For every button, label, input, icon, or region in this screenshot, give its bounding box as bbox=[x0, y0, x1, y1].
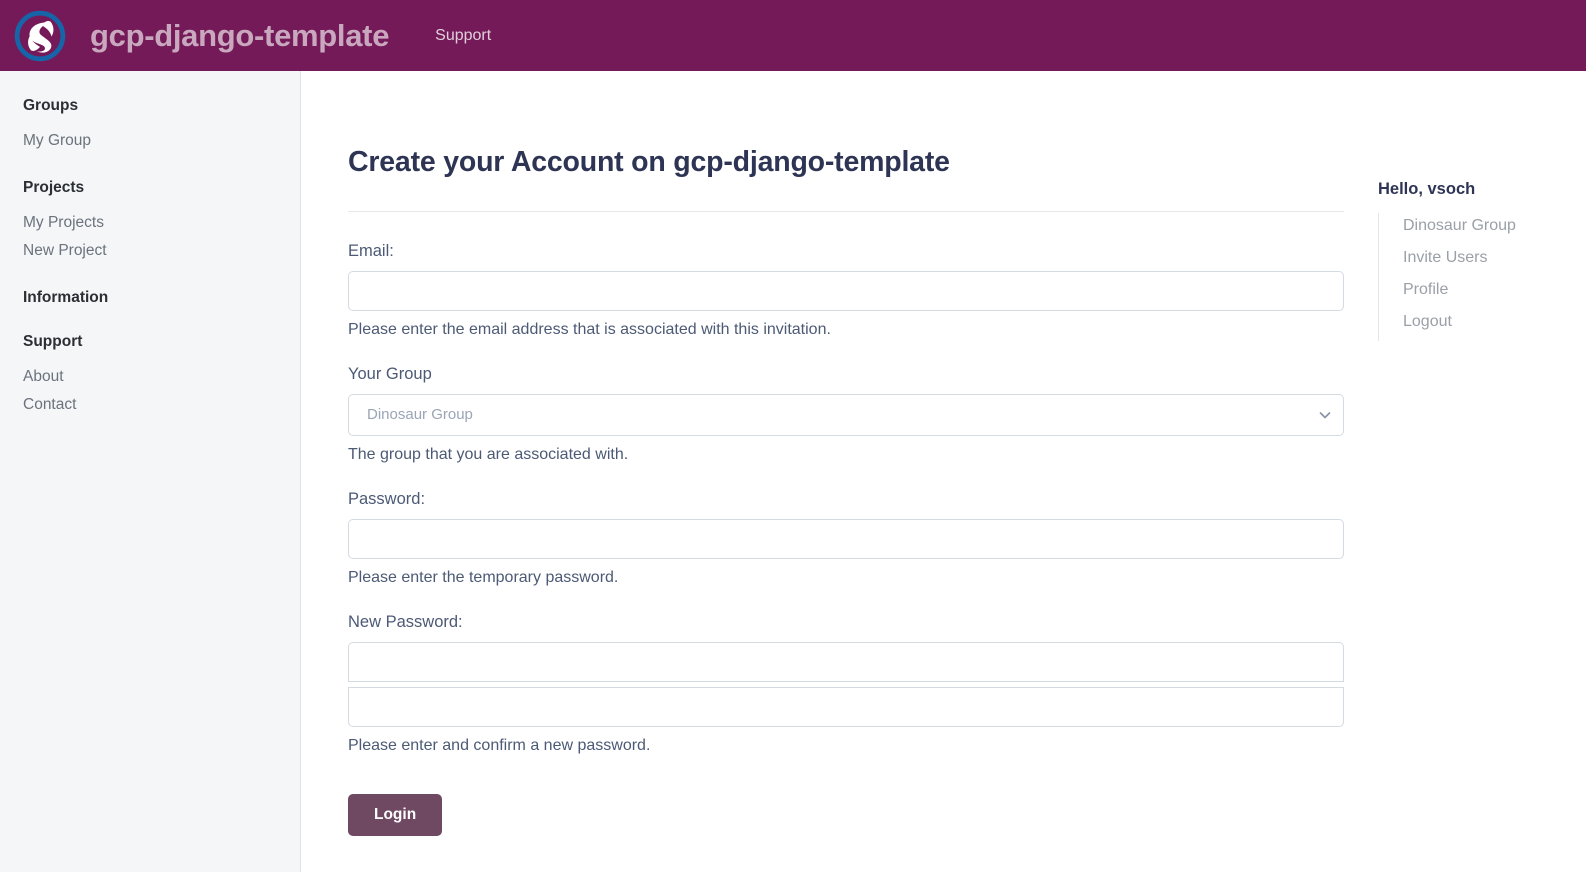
label-password: Password: bbox=[348, 489, 426, 508]
new-password-input[interactable] bbox=[348, 641, 1344, 682]
left-sidebar: Groups My Group Projects My Projects New… bbox=[0, 71, 301, 872]
email-input[interactable] bbox=[348, 270, 1344, 311]
main-content: Create your Account on gcp-django-templa… bbox=[301, 71, 1586, 872]
help-group: The group that you are associated with. bbox=[348, 445, 629, 463]
sidebar-heading-support: Support bbox=[23, 333, 83, 350]
login-button[interactable]: Login bbox=[348, 793, 443, 836]
brand-title: gcp-django-template bbox=[90, 18, 390, 53]
confirm-password-input[interactable] bbox=[348, 686, 1344, 727]
swirl-logo-icon[interactable] bbox=[14, 10, 66, 62]
rail-item-profile[interactable]: Profile bbox=[1403, 277, 1586, 309]
page-title: Create your Account on gcp-django-templa… bbox=[348, 146, 950, 178]
help-new-password: Please enter and confirm a new password. bbox=[348, 736, 651, 754]
page-body: Groups My Group Projects My Projects New… bbox=[0, 71, 1586, 872]
rail-item-logout[interactable]: Logout bbox=[1403, 309, 1586, 341]
sidebar-group-projects: Projects My Projects New Project bbox=[0, 177, 300, 265]
create-account-form: Email: Please enter the email address th… bbox=[348, 241, 1345, 836]
sidebar-item-contact[interactable]: Contact bbox=[0, 391, 300, 419]
label-group: Your Group bbox=[348, 364, 432, 383]
field-group: Your Group Dinosaur Group The group that… bbox=[348, 364, 1345, 465]
field-password: Password: Please enter the temporary pas… bbox=[348, 489, 1345, 588]
sidebar-item-my-projects[interactable]: My Projects bbox=[0, 209, 300, 237]
list-item: Invite Users bbox=[1403, 245, 1586, 277]
sidebar-heading-projects: Projects bbox=[23, 179, 85, 196]
rail-item-dinosaur-group[interactable]: Dinosaur Group bbox=[1403, 213, 1586, 245]
list-item: Profile bbox=[1403, 277, 1586, 309]
field-new-password: New Password: Please enter and confirm a… bbox=[348, 612, 1345, 756]
nav-link-support[interactable]: Support bbox=[427, 21, 499, 51]
label-email: Email: bbox=[348, 241, 394, 260]
sidebar-heading-groups: Groups bbox=[23, 97, 79, 114]
list-item: Logout bbox=[1403, 309, 1586, 341]
sidebar-item-new-project[interactable]: New Project bbox=[0, 237, 300, 265]
right-rail: Hello, vsoch Dinosaur Group Invite Users… bbox=[1378, 146, 1586, 872]
title-divider bbox=[348, 210, 1344, 212]
help-email: Please enter the email address that is a… bbox=[348, 320, 831, 338]
user-menu: Dinosaur Group Invite Users Profile Logo… bbox=[1378, 213, 1586, 341]
sidebar-group-groups: Groups My Group bbox=[0, 95, 300, 155]
sidebar-item-about[interactable]: About bbox=[0, 363, 300, 391]
sidebar-group-information: Information bbox=[0, 287, 300, 309]
rail-item-invite-users[interactable]: Invite Users bbox=[1403, 245, 1586, 277]
group-select[interactable]: Dinosaur Group bbox=[348, 393, 1344, 436]
form-column: Create your Account on gcp-django-templa… bbox=[348, 146, 1345, 872]
sidebar-heading-information: Information bbox=[23, 289, 109, 306]
sidebar-group-support: Support About Contact bbox=[0, 331, 300, 419]
user-greeting: Hello, vsoch bbox=[1378, 180, 1476, 198]
list-item: Dinosaur Group bbox=[1403, 213, 1586, 245]
password-input[interactable] bbox=[348, 518, 1344, 559]
field-email: Email: Please enter the email address th… bbox=[348, 241, 1345, 340]
navbar-links: Support bbox=[427, 21, 499, 51]
sidebar-item-my-group[interactable]: My Group bbox=[0, 127, 300, 155]
label-new-password: New Password: bbox=[348, 612, 463, 631]
help-password: Please enter the temporary password. bbox=[348, 568, 619, 586]
group-select-wrapper: Dinosaur Group bbox=[348, 393, 1344, 436]
top-navbar: gcp-django-template Support bbox=[0, 0, 1586, 71]
